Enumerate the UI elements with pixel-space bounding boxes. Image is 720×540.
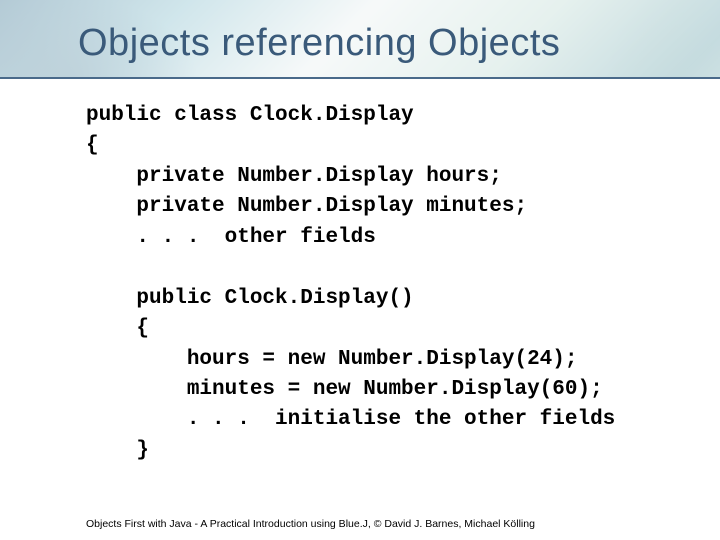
slide-title: Objects referencing Objects <box>0 0 720 65</box>
slide: Objects referencing Objects public class… <box>0 0 720 540</box>
code-line: . . . other fields <box>86 226 376 249</box>
code-line: } <box>86 439 149 462</box>
code-line: minutes = new Number.Display(60); <box>86 378 603 401</box>
code-line: private Number.Display hours; <box>86 165 502 188</box>
code-line: public class Clock.Display <box>86 104 414 127</box>
slide-body: public class Clock.Display { private Num… <box>0 79 720 540</box>
code-block: public class Clock.Display { private Num… <box>86 101 680 466</box>
code-line: { <box>86 317 149 340</box>
code-line: public Clock.Display() <box>86 287 414 310</box>
code-line: private Number.Display minutes; <box>86 195 527 218</box>
code-line: { <box>86 134 99 157</box>
code-line: hours = new Number.Display(24); <box>86 348 577 371</box>
code-line: . . . initialise the other fields <box>86 408 615 431</box>
footer-attribution: Objects First with Java - A Practical In… <box>86 518 535 530</box>
